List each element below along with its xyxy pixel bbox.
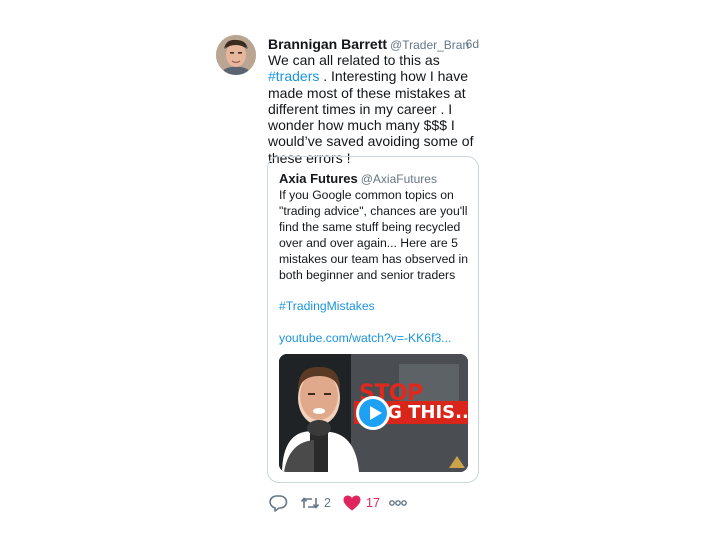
quoted-hashtag[interactable]: #TradingMistakes xyxy=(279,299,375,313)
quoted-text: If you Google common topics on "trading … xyxy=(279,188,468,282)
avatar-image xyxy=(216,35,256,75)
play-icon[interactable] xyxy=(356,396,390,430)
more-icon xyxy=(389,500,407,506)
retweet-count: 2 xyxy=(324,496,331,510)
like-count: 17 xyxy=(366,496,380,510)
tweet-text-start: We can all related to this as xyxy=(268,52,440,68)
quoted-author-handle: @AxiaFutures xyxy=(360,172,437,186)
tweet-actions: 2 17 xyxy=(268,492,488,514)
hashtag-link[interactable]: #traders xyxy=(268,68,319,84)
more-button[interactable] xyxy=(388,492,408,514)
retweet-button[interactable]: 2 xyxy=(300,492,331,514)
heart-icon xyxy=(343,495,361,511)
video-thumbnail[interactable]: STOP NG THIS.. xyxy=(279,354,468,472)
quoted-author-name: Axia Futures xyxy=(279,171,358,186)
quoted-tweet[interactable]: Axia Futures @AxiaFutures If you Google c… xyxy=(267,156,479,483)
quoted-url-link[interactable]: youtube.com/watch?v=-KK6f3... xyxy=(279,331,451,345)
author-handle[interactable]: @Trader_Bran xyxy=(390,38,469,52)
axia-logo-icon xyxy=(449,456,465,468)
timestamp[interactable]: 6d xyxy=(466,37,479,51)
author-name[interactable]: Brannigan Barrett xyxy=(268,36,387,52)
quoted-header: Axia Futures @AxiaFutures xyxy=(279,170,437,188)
retweet-icon xyxy=(300,497,320,509)
tweet-text: We can all related to this as #traders .… xyxy=(268,52,482,166)
reply-icon xyxy=(269,495,288,512)
avatar[interactable] xyxy=(216,35,256,75)
reply-button[interactable] xyxy=(268,492,288,514)
tweet-card[interactable]: Brannigan Barrett @Trader_Bran 6d We can … xyxy=(0,0,710,539)
like-button[interactable]: 17 xyxy=(342,492,380,514)
